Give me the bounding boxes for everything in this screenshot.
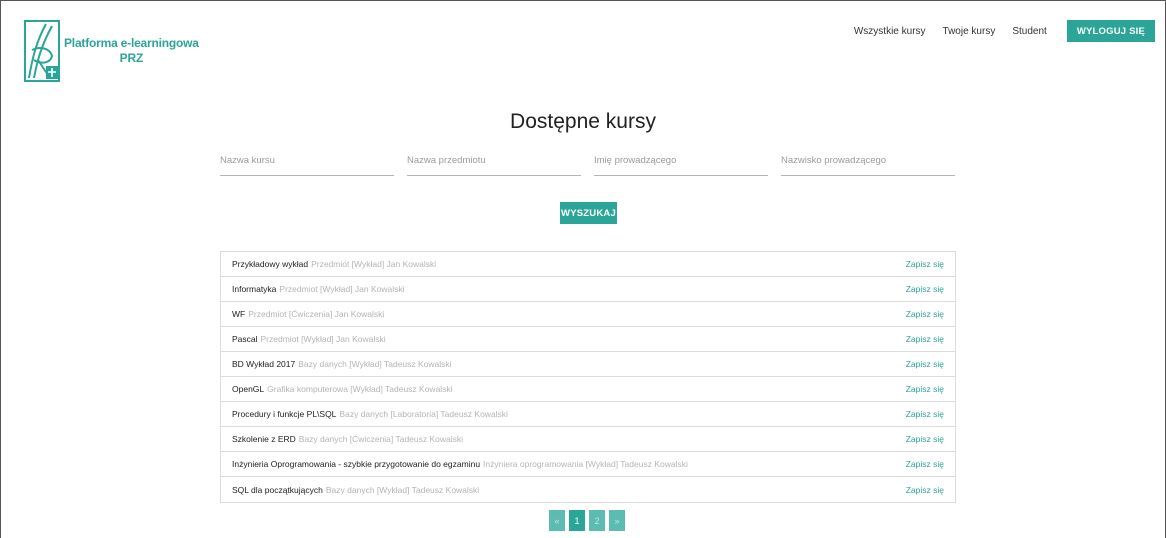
course-list: Przykładowy wykład Przedmiot [Wykład] Jan… xyxy=(220,251,956,503)
nav-all-courses[interactable]: Wszystkie kursy xyxy=(854,26,926,37)
enroll-link[interactable]: Zapisz się xyxy=(906,359,944,369)
course-meta: Przedmiot [Wykład] Jan Kowalski xyxy=(311,259,437,269)
course-name: Informatyka xyxy=(232,284,277,294)
course-row: SQL dla początkujących Bazy danych [Wykła… xyxy=(221,477,955,502)
course-meta: Bazy danych [Ćwiczenia] Tadeusz Kowalski xyxy=(298,434,464,444)
course-name: OpenGL xyxy=(232,384,265,394)
logo-text-line1: Platforma e-learningowa xyxy=(64,36,199,50)
site-logo[interactable]: Platforma e-learningowa PRZ xyxy=(24,20,199,82)
prz-logo-icon xyxy=(24,20,60,82)
teacher-last-name-input[interactable] xyxy=(781,150,955,176)
pagination: « 1 2 » xyxy=(549,510,629,531)
course-name: Pascal xyxy=(232,334,258,344)
prev-page-button[interactable]: « xyxy=(549,510,565,531)
course-name: Przykładowy wykład xyxy=(232,259,309,269)
course-name-input[interactable] xyxy=(220,150,394,176)
course-name: Inżynieria Oprogramowania - szybkie przy… xyxy=(232,459,481,469)
course-row: Informatyka Przedmiot [Wykład] Jan Kowals… xyxy=(221,277,955,302)
course-name: SQL dla początkujących xyxy=(232,484,323,495)
top-nav: Wszystkie kursy Twoje kursy Student WYLO… xyxy=(854,20,1155,42)
course-row: WF Przedmiot [Ćwiczenia] Jan Kowalski Zap… xyxy=(221,302,955,327)
search-button[interactable]: WYSZUKAJ xyxy=(560,202,617,224)
subject-name-input[interactable] xyxy=(407,150,581,176)
enroll-link[interactable]: Zapisz się xyxy=(906,284,944,294)
course-meta: Bazy danych [Wykład] Tadeusz Kowalski xyxy=(298,359,452,369)
course-row: BD Wykład 2017 Bazy danych [Wykład] Tadeu… xyxy=(221,352,955,377)
logout-button[interactable]: WYLOGUJ SIĘ xyxy=(1066,20,1155,42)
enroll-link[interactable]: Zapisz się xyxy=(906,309,944,319)
course-row: Procedury i funkcje PL\SQL Bazy danych [L… xyxy=(221,402,955,427)
course-row: Pascal Przedmiot [Wykład] Jan Kowalski Za… xyxy=(221,327,955,352)
enroll-link[interactable]: Zapisz się xyxy=(906,434,944,444)
course-row: Inżynieria Oprogramowania - szybkie przy… xyxy=(221,452,955,477)
page-2-button[interactable]: 2 xyxy=(589,510,605,531)
nav-user-profile[interactable]: Student xyxy=(1012,26,1046,37)
course-meta: Przedmiot [Wykład] Jan Kowalski xyxy=(279,284,405,294)
nav-my-courses[interactable]: Twoje kursy xyxy=(943,26,996,37)
course-name: BD Wykład 2017 xyxy=(232,359,296,369)
enroll-link[interactable]: Zapisz się xyxy=(906,334,944,344)
logo-text: Platforma e-learningowa PRZ xyxy=(64,36,199,66)
logo-text-line2: PRZ xyxy=(119,51,144,65)
course-meta: Przedmiot [Ćwiczenia] Jan Kowalski xyxy=(248,309,385,319)
course-name: Procedury i funkcje PL\SQL xyxy=(232,409,337,419)
next-page-button[interactable]: » xyxy=(609,510,625,531)
course-meta: Inżyniera oprogramowania [Wykład] Tadeus… xyxy=(483,459,688,469)
course-row: Szkolenie z ERD Bazy danych [Ćwiczenia] T… xyxy=(221,427,955,452)
enroll-link[interactable]: Zapisz się xyxy=(906,259,944,269)
page-title: Dostępne kursy xyxy=(510,110,656,133)
teacher-first-name-input[interactable] xyxy=(594,150,768,176)
course-name: WF xyxy=(232,309,246,319)
course-row: OpenGL Grafika komputerowa [Wykład] Tadeu… xyxy=(221,377,955,402)
course-meta: Bazy danych [Laboratoria] Tadeusz Kowals… xyxy=(339,409,508,419)
search-filters xyxy=(220,150,956,176)
course-meta: Grafika komputerowa [Wykład] Tadeusz Kow… xyxy=(267,384,453,394)
course-meta: Bazy danych [Wykład] Tadeusz Kowalski xyxy=(325,484,480,495)
enroll-link[interactable]: Zapisz się xyxy=(906,384,944,394)
enroll-link[interactable]: Zapisz się xyxy=(906,459,944,469)
enroll-link[interactable]: Zapisz się xyxy=(906,409,944,419)
course-meta: Przedmiot [Wykład] Jan Kowalski xyxy=(260,334,386,344)
enroll-link[interactable]: Zapisz się xyxy=(906,485,944,495)
course-row: Przykładowy wykład Przedmiot [Wykład] Jan… xyxy=(221,252,955,277)
page-1-button[interactable]: 1 xyxy=(569,510,585,531)
course-name: Szkolenie z ERD xyxy=(232,434,296,444)
